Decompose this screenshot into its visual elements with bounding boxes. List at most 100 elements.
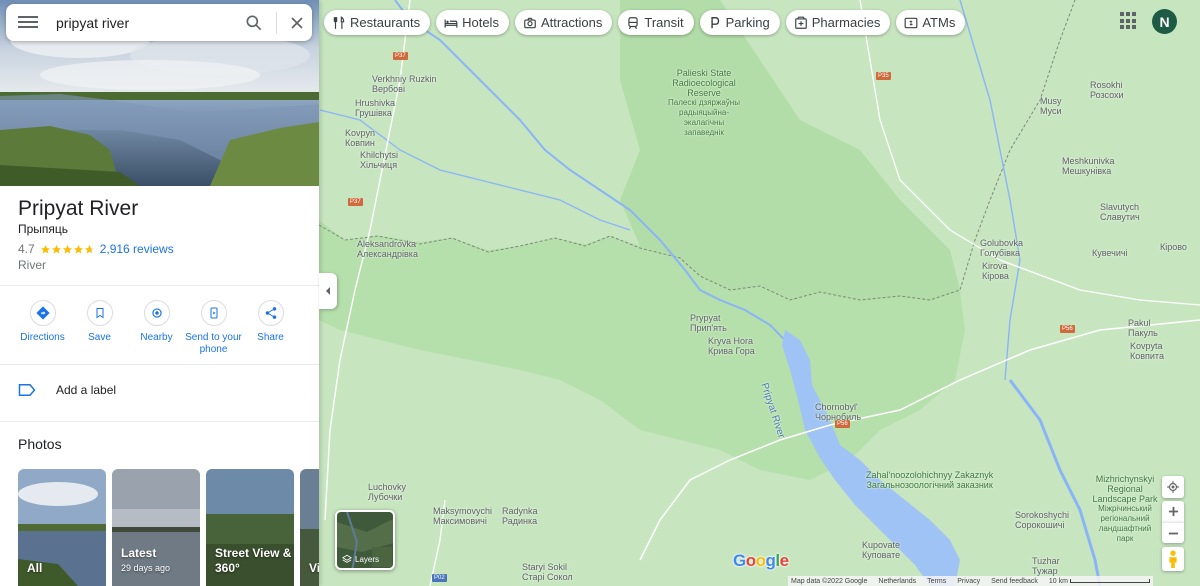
place-native-name: Прыпяць (18, 222, 69, 236)
photo-street-view[interactable]: Street View & 360° (206, 469, 294, 586)
photo-caption: Vi (309, 561, 319, 575)
layers-button[interactable]: Layers (335, 510, 395, 570)
road-shield: P56 (835, 420, 850, 428)
zoom-out-button[interactable] (1162, 522, 1184, 543)
pegman-icon (1169, 550, 1177, 568)
chip-label: Hotels (462, 15, 499, 30)
category-chips: Restaurants Hotels Attractions Transit P… (324, 10, 966, 35)
map-label-maksymovychi: Maksymovychi Максимовичі (433, 506, 493, 526)
chip-atms[interactable]: ATMs (896, 10, 966, 35)
photo-latest[interactable]: Latest 29 days ago (112, 469, 200, 586)
rating-stars (40, 244, 95, 255)
menu-icon[interactable] (18, 13, 38, 33)
chevron-left-icon (326, 287, 330, 295)
share-button[interactable]: Share (242, 300, 299, 356)
chip-restaurants[interactable]: Restaurants (324, 10, 431, 35)
rating-value: 4.7 (18, 242, 35, 256)
chip-transit[interactable]: Transit (618, 10, 694, 35)
chip-attractions[interactable]: Attractions (514, 10, 613, 35)
map-label-sorokoshychi: Sorokoshychi Сорокошичі (1015, 510, 1070, 530)
star-icon (62, 244, 72, 254)
divider (0, 421, 319, 422)
account-avatar[interactable]: N (1152, 9, 1177, 34)
save-button[interactable]: Save (71, 300, 128, 356)
photo-videos[interactable]: Vi (300, 469, 319, 586)
photo-caption: Latest 29 days ago (121, 546, 171, 573)
privacy-link[interactable]: Privacy (957, 578, 980, 585)
road-shield: P37 (348, 198, 363, 206)
search-icon[interactable] (244, 13, 264, 33)
map-label-pakul: Pakul Пакуль (1128, 318, 1158, 338)
photo-caption: Street View & 360° (215, 546, 292, 575)
share-icon (265, 307, 276, 319)
collapse-panel-button[interactable] (319, 273, 337, 309)
road-shield: P56 (1060, 325, 1075, 333)
apps-grid-icon[interactable] (1120, 12, 1138, 30)
my-location-button[interactable] (1162, 476, 1184, 498)
nearby-button[interactable]: Nearby (128, 300, 185, 356)
search-input[interactable] (56, 12, 236, 34)
chip-pharmacies[interactable]: Pharmacies (785, 10, 891, 35)
train-icon (628, 16, 639, 29)
chip-parking[interactable]: Parking (699, 10, 780, 35)
directions-button[interactable]: Directions (14, 300, 71, 356)
parking-icon (711, 16, 719, 28)
street-view-pegman[interactable] (1162, 547, 1184, 571)
scale-label[interactable]: 10 km (1049, 578, 1068, 585)
map-label-kryva-hora: Kryva Hora Крива Гора (708, 336, 755, 356)
map-label-kovpyta: Kovpyta Ковпита (1130, 341, 1164, 361)
chip-label: Pharmacies (811, 15, 881, 30)
chip-label: Transit (644, 15, 684, 30)
region-link[interactable]: Netherlands (878, 578, 916, 585)
send-to-phone-button[interactable]: Send to your phone (185, 300, 242, 356)
map-label-meshkunivka: Meshkunivka Мешкунівка (1062, 156, 1115, 176)
action-bar: Directions Save Nearby Send to your phon… (14, 300, 299, 356)
terms-link[interactable]: Terms (927, 578, 946, 585)
logo-letter: G (733, 551, 746, 570)
fork-knife-icon (333, 15, 345, 29)
map-label-verovavi: Verkhniy Ruzkin Вербовi (372, 74, 437, 94)
nearby-icon (151, 308, 162, 318)
zoom-in-button[interactable] (1162, 501, 1184, 522)
place-title: Pripyat River (18, 197, 139, 220)
label-icon (18, 384, 36, 396)
map-label-khilchytsi: Khilchytsi Хільчиця (360, 150, 399, 170)
map-label-kachenyy: Кувечичі (1092, 248, 1128, 258)
logo-letter: e (779, 551, 789, 570)
add-label-button[interactable]: Add a label (18, 383, 116, 397)
bed-icon (444, 19, 458, 28)
star-icon (40, 244, 50, 254)
photo-all[interactable]: All (18, 469, 106, 586)
send-feedback-link[interactable]: Send feedback (991, 578, 1038, 585)
add-label-text: Add a label (56, 383, 117, 397)
map-label-pripyat: Prypyat Прип'ять (690, 313, 727, 333)
map-label-slavutych: Slavutych Славутич (1100, 202, 1140, 222)
road-shield: P37 (393, 52, 408, 60)
google-logo: Google (733, 551, 789, 571)
map-label-kovpyn: Kovpyn Ковпин (345, 128, 376, 148)
action-label: Share (257, 332, 284, 343)
action-label: Save (88, 332, 111, 343)
plus-icon (1168, 506, 1178, 517)
close-icon[interactable] (287, 13, 307, 33)
map-label-kirovo: Кірово (1160, 242, 1187, 252)
search-divider (276, 12, 277, 34)
divider (0, 364, 319, 365)
map-label-rozsokhi: Rosokhi Розсохи (1090, 80, 1124, 100)
place-category[interactable]: River (18, 258, 46, 272)
map-label-zakaznik: Zahal'noozolohichnyy Zakaznyk Загальнозоо… (866, 470, 994, 490)
camera-icon (524, 17, 536, 28)
map-footer: Map data ©2022 Google Netherlands Terms … (788, 576, 1153, 586)
pharmacy-icon (794, 16, 807, 29)
road-shield: P02 (432, 574, 447, 582)
directions-icon (35, 306, 50, 320)
minus-icon (1168, 532, 1178, 534)
map-label-hrushivka: Hrushivka Грушівка (355, 98, 396, 118)
chip-hotels[interactable]: Hotels (436, 10, 509, 35)
map-label-tuzhar: Tuzhar Тужар (1032, 556, 1060, 576)
atm-icon (904, 17, 918, 28)
logo-letter: o (755, 551, 766, 570)
reviews-link[interactable]: 2,916 reviews (100, 242, 174, 256)
scale-bar (1069, 579, 1150, 583)
action-label: Send to your phone (185, 332, 242, 355)
